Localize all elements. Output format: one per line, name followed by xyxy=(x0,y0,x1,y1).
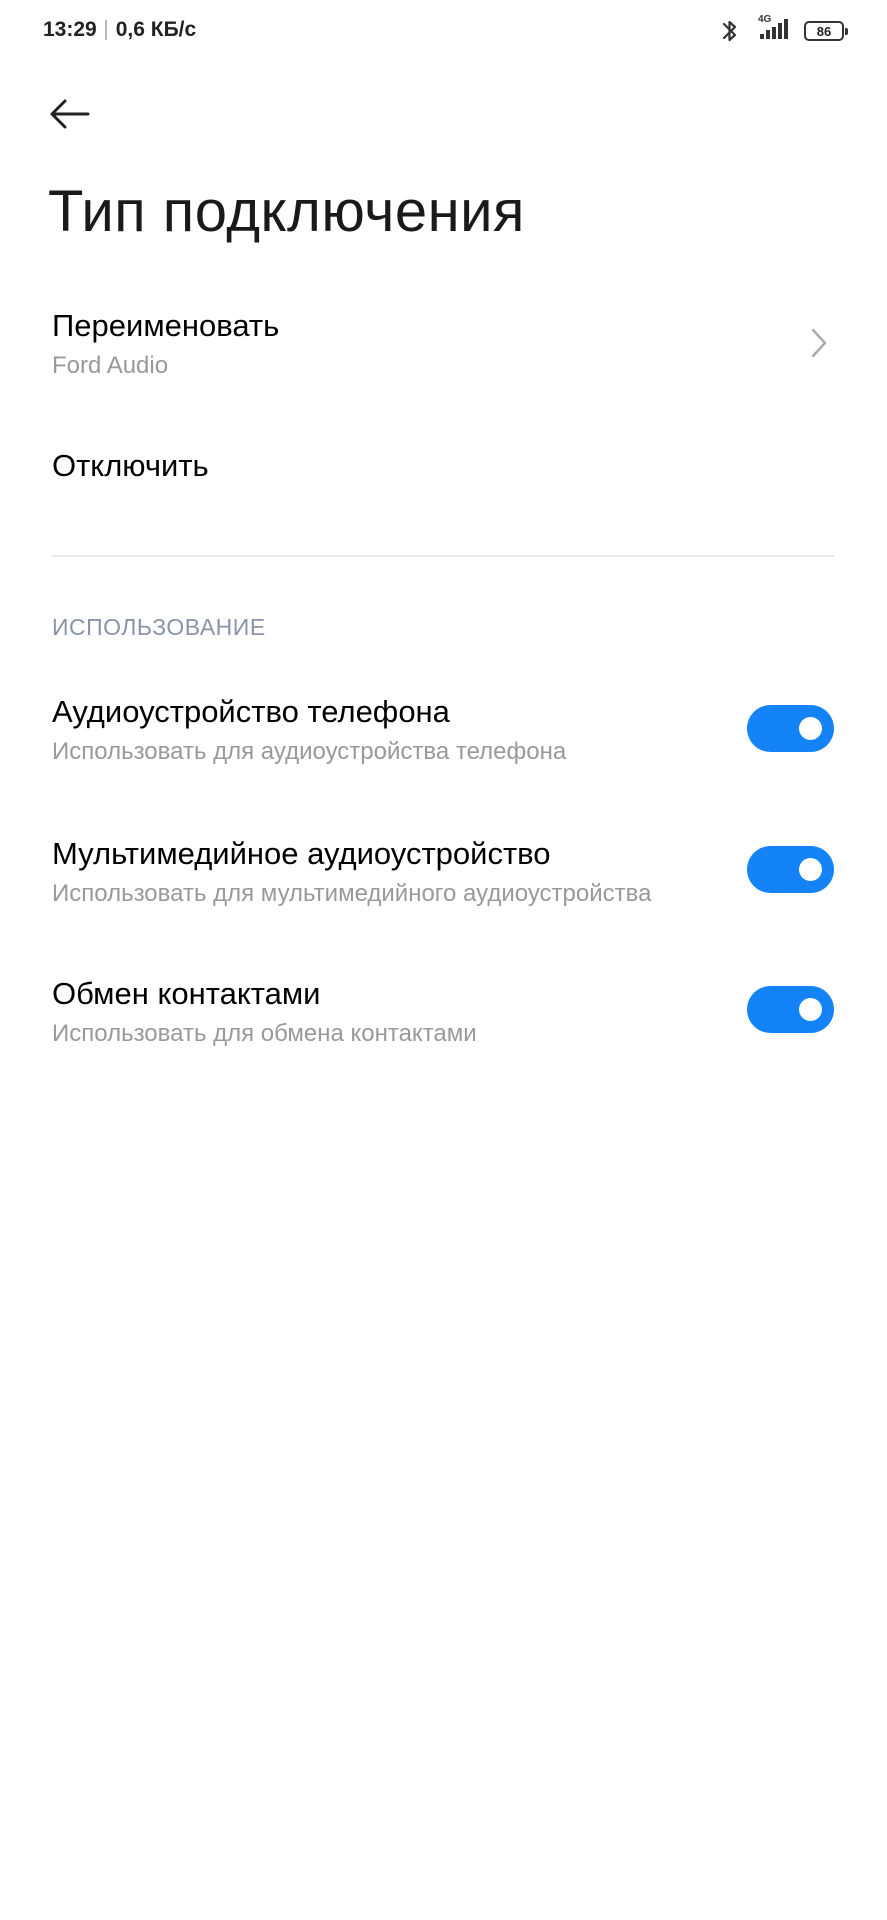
usage-item-subtitle: Использовать для аудиоустройства телефон… xyxy=(52,738,567,765)
toggle-knob xyxy=(799,998,822,1021)
phone-audio-toggle[interactable] xyxy=(747,705,834,752)
page-title: Тип подключения xyxy=(48,179,525,244)
status-right: 4G 86 xyxy=(720,14,848,46)
media-audio-toggle[interactable] xyxy=(747,846,834,893)
battery-level: 86 xyxy=(816,23,832,39)
usage-item-subtitle: Использовать для мультимедийного аудиоус… xyxy=(52,880,652,907)
status-speed: 0,6 КБ/с xyxy=(115,18,197,41)
usage-item-phone-audio[interactable]: Аудиоустройство телефона Использовать дл… xyxy=(0,684,887,784)
usage-item-title: Обмен контактами xyxy=(52,976,321,1011)
usage-item-contact-sharing[interactable]: Обмен контактами Использовать для обмена… xyxy=(0,964,887,1064)
divider xyxy=(52,555,834,557)
chevron-right-icon xyxy=(811,328,827,358)
network-indicator: 4G xyxy=(758,14,792,45)
usage-item-subtitle: Использовать для обмена контактами xyxy=(52,1020,477,1047)
status-left: 13:29 0,6 КБ/с xyxy=(43,18,196,42)
status-time: 13:29 xyxy=(43,18,97,41)
bluetooth-icon xyxy=(722,20,737,42)
arrow-left-icon xyxy=(50,99,90,129)
contact-sharing-toggle[interactable] xyxy=(747,986,834,1033)
usage-item-title: Мультимедийное аудиоустройство xyxy=(52,836,551,871)
rename-title: Переименовать xyxy=(52,308,280,343)
status-bar: 13:29 0,6 КБ/с 4G 86 xyxy=(0,0,887,64)
disconnect-row[interactable]: Отключить xyxy=(0,430,887,500)
disconnect-title: Отключить xyxy=(52,448,209,483)
toggle-knob xyxy=(799,717,822,740)
usage-item-title: Аудиоустройство телефона xyxy=(52,694,450,729)
usage-item-media-audio[interactable]: Мультимедийное аудиоустройство Использов… xyxy=(0,824,887,924)
toggle-knob xyxy=(799,858,822,881)
rename-value: Ford Audio xyxy=(52,352,169,379)
network-label: 4G xyxy=(758,13,772,25)
back-button[interactable] xyxy=(48,92,104,136)
status-separator xyxy=(104,20,107,40)
section-header-usage: ИСПОЛЬЗОВАНИЕ xyxy=(52,614,266,640)
battery-icon: 86 xyxy=(804,21,848,41)
rename-row[interactable]: Переименовать Ford Audio xyxy=(0,296,887,396)
